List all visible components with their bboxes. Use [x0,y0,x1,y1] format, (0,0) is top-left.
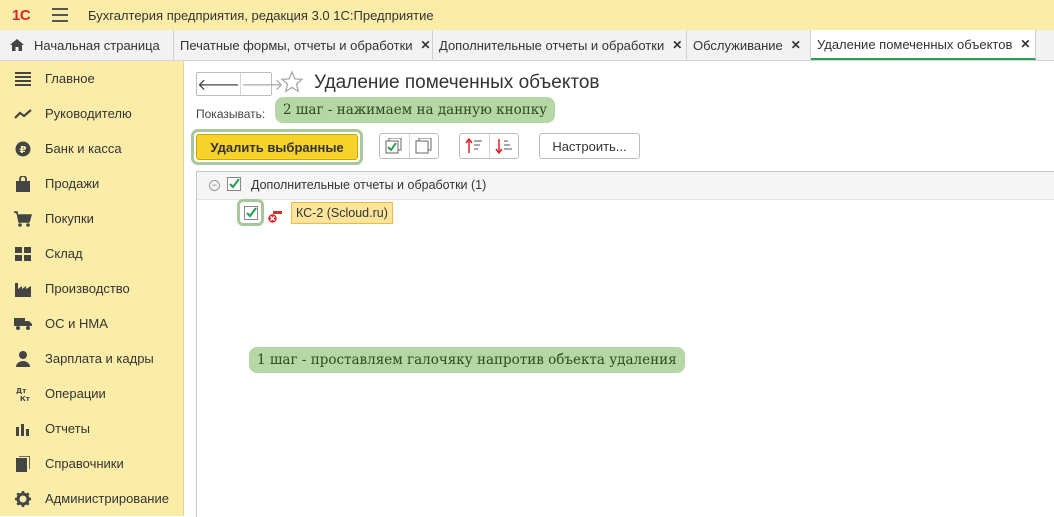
title-bar: 1С Бухгалтерия предприятия, редакция 3.0… [0,0,1054,30]
sidebar-item-label: Продажи [45,176,100,191]
checkmark-icon [229,178,240,189]
close-icon[interactable]: ✕ [1020,37,1030,51]
sidebar-item-sales[interactable]: Продажи [0,166,183,201]
sidebar-item-salary[interactable]: Зарплата и кадры [0,341,183,376]
sidebar-item-reports[interactable]: Отчеты [0,411,183,446]
tab-additional-reports[interactable]: Дополнительные отчеты и обработки ✕ [433,30,687,60]
close-icon[interactable]: ✕ [421,38,431,52]
cart-icon [14,210,32,227]
delete-selected-button[interactable]: Удалить выбранные [196,134,358,160]
object-item-label[interactable]: КС-2 (Scloud.ru) [291,202,393,224]
forward-button[interactable]: 🡒 [239,73,284,95]
sidebar-item-label: Справочники [45,456,124,471]
tab-home[interactable]: Начальная страница [0,30,174,60]
sidebar-item-label: Зарплата и кадры [45,351,154,366]
tab-label: Печатные формы, отчеты и обработки [180,37,413,53]
tab-bar: Начальная страница Печатные формы, отчет… [0,30,1054,61]
sidebar-item-label: Операции [45,386,106,401]
person-icon [14,350,32,367]
page-title: Удаление помеченных объектов [314,72,600,93]
bag-icon [14,175,32,192]
objects-tree: − Дополнительные отчеты и обработки (1) … [196,171,1054,517]
sort-buttons-group [459,133,519,159]
sidebar-item-directories[interactable]: Справочники [0,446,183,481]
sidebar-item-manager[interactable]: Руководителю [0,96,183,131]
collapse-icon[interactable]: − [209,180,220,191]
svg-text:Дт: Дт [16,387,27,395]
checkmark-icon [246,207,257,218]
group-label: Дополнительные отчеты и обработки (1) [251,178,487,192]
sidebar-item-label: Склад [45,246,83,261]
truck-icon [14,316,32,332]
sidebar-item-main[interactable]: Главное [0,61,183,96]
tab-label: Удаление помеченных объектов [817,36,1013,52]
sidebar-item-label: Администрирование [45,491,169,506]
warehouse-icon [14,246,32,262]
check-all-icon [385,138,402,154]
arrow-right-icon: 🡒 [240,76,284,94]
sidebar-item-admin[interactable]: Администрирование [0,481,183,516]
logo-1c: 1С [12,6,31,24]
favorite-star-icon[interactable] [280,70,304,94]
uncheck-all-icon [415,138,432,154]
sidebar-item-label: Банк и касса [45,141,122,156]
sidebar-item-label: Руководителю [45,106,132,121]
sort-ascending-icon [465,138,483,153]
sidebar-item-production[interactable]: Производство [0,271,183,306]
factory-icon [14,281,32,297]
back-button[interactable]: 🡐 [197,73,240,95]
sidebar: Главное Руководителю ₽ Банк и касса Прод… [0,61,184,516]
tab-label: Обслуживание [693,37,783,53]
main-content: 🡐 🡒 Удаление помеченных объектов Показыв… [184,61,1054,517]
main-menu-icon[interactable] [52,8,68,22]
svg-text:₽: ₽ [20,145,27,156]
nav-buttons: 🡐 🡒 [196,72,284,96]
tab-delete-marked[interactable]: Удаление помеченных объектов ✕ [811,30,1036,60]
tab-label: Начальная страница [34,37,160,53]
dt-kt-icon: Дт Кт [14,386,32,402]
menu-icon [14,71,32,87]
bar-chart-icon [14,421,32,437]
check-all-button[interactable] [380,134,409,158]
group-checkbox[interactable] [227,177,241,191]
coin-icon: ₽ [14,141,32,157]
sidebar-item-bank[interactable]: ₽ Банк и касса [0,131,183,166]
sidebar-item-label: Главное [45,71,95,86]
sidebar-item-label: Производство [45,281,130,296]
callout-step-2: 2 шаг - нажимаем на данную кнопку [275,97,556,123]
sort-descending-icon [495,139,512,154]
sidebar-item-label: Отчеты [45,421,90,436]
uncheck-all-button[interactable] [408,134,439,158]
sort-ascending-button[interactable] [460,134,489,158]
sidebar-item-label: ОС и НМА [45,316,108,331]
sidebar-item-purchases[interactable]: Покупки [0,201,183,236]
setup-button[interactable]: Настроить... [539,133,640,159]
book-icon [14,455,32,472]
svg-text:Кт: Кт [20,395,31,402]
sidebar-item-fixed-assets[interactable]: ОС и НМА [0,306,183,341]
sidebar-item-operations[interactable]: Дт Кт Операции [0,376,183,411]
item-checkbox[interactable] [244,206,258,220]
gear-icon [14,490,32,507]
tree-group-row: − Дополнительные отчеты и обработки (1) [197,172,1054,200]
home-icon [10,39,24,51]
check-buttons-group [379,133,439,159]
app-title: Бухгалтерия предприятия, редакция 3.0 1С… [88,7,434,23]
show-label: Показывать: [196,107,266,121]
trend-icon [14,106,32,122]
callout-step-1: 1 шаг - проставляем галочяку напротив об… [249,347,685,373]
tab-print-forms[interactable]: Печатные формы, отчеты и обработки ✕ [174,30,433,60]
close-icon[interactable]: ✕ [791,38,801,52]
sort-descending-button[interactable] [488,134,519,158]
tab-label: Дополнительные отчеты и обработки [439,37,665,53]
arrow-left-icon: 🡐 [197,76,240,94]
close-icon[interactable]: ✕ [672,38,682,52]
sidebar-item-label: Покупки [45,211,94,226]
tab-service[interactable]: Обслуживание ✕ [687,30,811,60]
sidebar-item-warehouse[interactable]: Склад [0,236,183,271]
marked-for-deletion-icon [268,211,282,223]
